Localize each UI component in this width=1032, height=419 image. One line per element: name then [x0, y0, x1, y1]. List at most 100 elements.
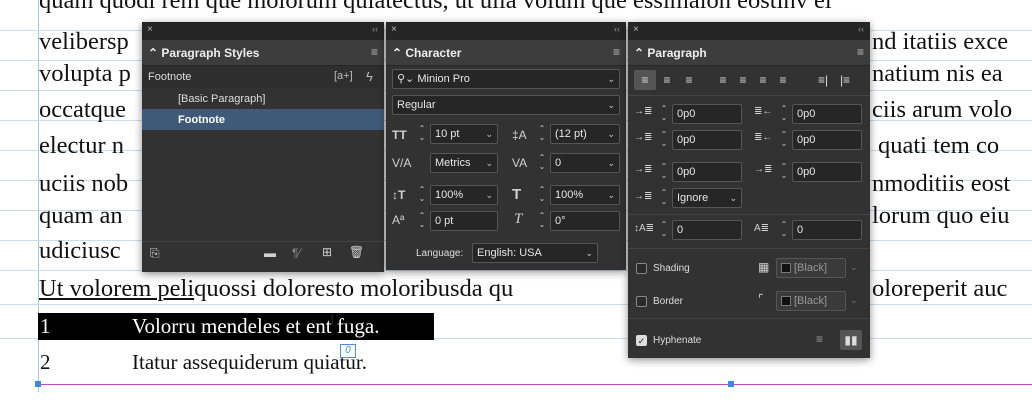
stepper-icon[interactable]: ⌃ ⌄ — [536, 153, 548, 173]
collapse-icon[interactable]: ‹‹ — [858, 24, 864, 34]
frame-handle[interactable] — [728, 381, 734, 387]
body-text-right[interactable]: lorum quo eiu — [872, 201, 1009, 231]
panel-titlebar[interactable]: × ‹‹ — [142, 22, 384, 40]
footnote-number[interactable]: 1 — [40, 313, 51, 340]
stepper-icon[interactable]: ⌃ ⌄ — [778, 162, 790, 182]
shading-checkbox[interactable] — [636, 263, 647, 274]
stepper-icon[interactable]: ⌃ ⌄ — [658, 162, 670, 182]
align-away-spine-icon[interactable]: |≡ — [834, 70, 856, 90]
close-icon[interactable]: × — [633, 24, 639, 35]
frame-handle[interactable] — [35, 381, 41, 387]
stepper-icon[interactable]: ⌃ ⌄ — [658, 220, 670, 240]
skew-field[interactable]: 0° — [550, 211, 620, 231]
panel-tab[interactable]: ⌃ Character ≡ — [386, 40, 626, 66]
font-style-dropdown[interactable]: Regular ⌄ — [392, 95, 620, 115]
panel-titlebar[interactable]: × ‹‹ — [628, 22, 870, 40]
justify-right-icon[interactable]: ≡ — [752, 70, 774, 90]
space-after-field[interactable]: 0p0 — [792, 162, 862, 182]
stepper-icon[interactable]: ⌃ ⌄ — [536, 124, 548, 144]
right-indent-field[interactable]: 0p0 — [792, 104, 862, 124]
align-spine-icon[interactable]: ≡| — [812, 70, 834, 90]
border-checkbox[interactable] — [636, 296, 647, 307]
body-text-line[interactable]: electur n — [39, 131, 124, 161]
style-list-item[interactable]: Footnote — [178, 114, 225, 126]
font-family-dropdown[interactable]: ⚲⌄ Minion Pro ⌄ — [392, 69, 620, 89]
panel-tab[interactable]: ⌃ Paragraph ≡ — [628, 40, 870, 66]
clear-overrides-icon[interactable]: ¶⁄ — [292, 246, 300, 260]
stepper-icon[interactable]: ⌃ ⌄ — [658, 104, 670, 124]
new-style-icon[interactable]: ⊞ — [322, 245, 332, 259]
align-right-icon[interactable]: ≡ — [678, 70, 700, 90]
trash-icon[interactable]: 🗑 — [349, 245, 364, 259]
leading-field[interactable]: (12 pt) ⌄ — [550, 124, 620, 144]
last-line-indent-field[interactable]: 0p0 — [792, 130, 862, 150]
folder-icon[interactable]: ▬ — [264, 246, 276, 260]
stepper-icon[interactable]: ⌃ ⌄ — [658, 188, 670, 208]
tracking-field[interactable]: 0 ⌄ — [550, 153, 620, 173]
stepper-icon[interactable]: ⌃ ⌄ — [416, 124, 428, 144]
vertical-scale-field[interactable]: 100% ⌄ — [430, 185, 498, 205]
style-list-item[interactable]: [Basic Paragraph] — [178, 93, 265, 105]
stepper-icon[interactable]: ⌃ ⌄ — [536, 211, 548, 231]
border-settings-icon[interactable]: ⌜ — [758, 292, 764, 306]
close-icon[interactable]: × — [147, 24, 153, 35]
body-text-line[interactable]: uciis nob — [39, 169, 128, 199]
body-text-line[interactable]: volupta p — [39, 59, 131, 89]
drop-cap-lines-field[interactable]: 0 — [672, 220, 742, 240]
justify-center-icon[interactable]: ≡ — [732, 70, 754, 90]
panel-menu-icon[interactable]: ≡ — [613, 45, 620, 59]
body-text-right[interactable]: nd itatiis exce — [872, 27, 1008, 57]
space-before-field[interactable]: 0p0 — [672, 162, 742, 182]
style-override-icon[interactable]: ⎘ — [150, 246, 160, 261]
panel-menu-icon[interactable]: ≡ — [857, 45, 864, 59]
justify-all-icon[interactable]: ≡ — [772, 70, 794, 90]
horizontal-scale-field[interactable]: 100% ⌄ — [550, 185, 620, 205]
panel-menu-icon[interactable]: ≡ — [371, 45, 378, 59]
close-icon[interactable]: × — [391, 24, 397, 35]
footnote-text[interactable]: Itatur assequiderum quiatur. — [132, 349, 367, 376]
collapse-icon[interactable]: ‹‹ — [614, 24, 620, 34]
baseline-shift-field[interactable]: 0 pt — [430, 211, 498, 231]
body-text-right[interactable]: nmoditiis eost — [872, 169, 1010, 199]
first-line-indent-field[interactable]: 0p0 — [672, 130, 742, 150]
lightning-icon[interactable]: ϟ — [366, 69, 373, 84]
border-color-dropdown[interactable]: [Black] — [776, 291, 846, 311]
left-indent-field[interactable]: 0p0 — [672, 104, 742, 124]
chevron-down-icon[interactable]: ⌄ — [850, 295, 858, 306]
stepper-icon[interactable]: ⌃ ⌄ — [778, 220, 790, 240]
hyphenate-checkbox[interactable]: ✓ — [636, 335, 647, 346]
shading-settings-icon[interactable]: ▦ — [758, 260, 769, 274]
language-dropdown[interactable]: English: USA ⌄ — [472, 243, 598, 263]
body-text-line[interactable]: quam an — [39, 201, 123, 231]
body-text-line[interactable]: occatque — [39, 95, 126, 125]
footnote-text[interactable]: Volorru mendeles et ent fuga. — [132, 313, 379, 340]
panel-tab[interactable]: ⌃ Paragraph Styles ≡ — [142, 40, 384, 66]
body-text-line[interactable]: Ut volorem peliquossi doloresto moloribu… — [39, 274, 513, 304]
balance-lines-icon[interactable]: ≡ — [816, 332, 823, 346]
stepper-icon[interactable]: ⌃ ⌄ — [778, 130, 790, 150]
paragraph-panel[interactable]: × ‹‹ ⌃ Paragraph ≡ ≡ ≡ ≡ ≡ ≡ ≡ ≡ ≡| |≡ →… — [628, 22, 870, 358]
drop-cap-chars-field[interactable]: 0 — [792, 220, 862, 240]
new-group-icon[interactable]: [a+] — [334, 70, 353, 82]
align-center-icon[interactable]: ≡ — [656, 70, 678, 90]
body-text-right[interactable]: oloreperit auc — [872, 274, 1007, 304]
stepper-icon[interactable]: ⌃ ⌄ — [416, 211, 428, 231]
body-text-line[interactable]: quam quodi rem que molorum quiatectus, u… — [39, 0, 832, 16]
chevron-down-icon[interactable]: ⌄ — [850, 262, 858, 273]
font-size-field[interactable]: 10 pt ⌄ — [430, 124, 498, 144]
align-left-icon[interactable]: ≡ — [634, 70, 656, 90]
footnote-number[interactable]: 2 — [40, 349, 51, 376]
stepper-icon[interactable]: ⌃ ⌄ — [536, 185, 548, 205]
body-text-right[interactable]: ciis arum volo — [872, 95, 1012, 125]
align-grid-dropdown[interactable]: Ignore ⌄ — [672, 188, 742, 208]
shading-color-dropdown[interactable]: [Black] — [776, 258, 846, 278]
collapse-icon[interactable]: ‹‹ — [372, 24, 378, 34]
body-text-right[interactable]: quati tem co — [878, 131, 999, 161]
paragraph-styles-panel[interactable]: × ‹‹ ⌃ Paragraph Styles ≡ Footnote [a+] … — [142, 22, 384, 272]
body-text-right[interactable]: natium nis ea — [872, 59, 1003, 89]
panel-titlebar[interactable]: × ‹‹ — [386, 22, 626, 40]
columns-icon[interactable]: ▮▮ — [840, 330, 862, 350]
character-panel[interactable]: × ‹‹ ⌃ Character ≡ ⚲⌄ Minion Pro ⌄ Regula… — [386, 22, 626, 270]
stepper-icon[interactable]: ⌃ ⌄ — [778, 104, 790, 124]
stepper-icon[interactable]: ⌃ ⌄ — [416, 185, 428, 205]
